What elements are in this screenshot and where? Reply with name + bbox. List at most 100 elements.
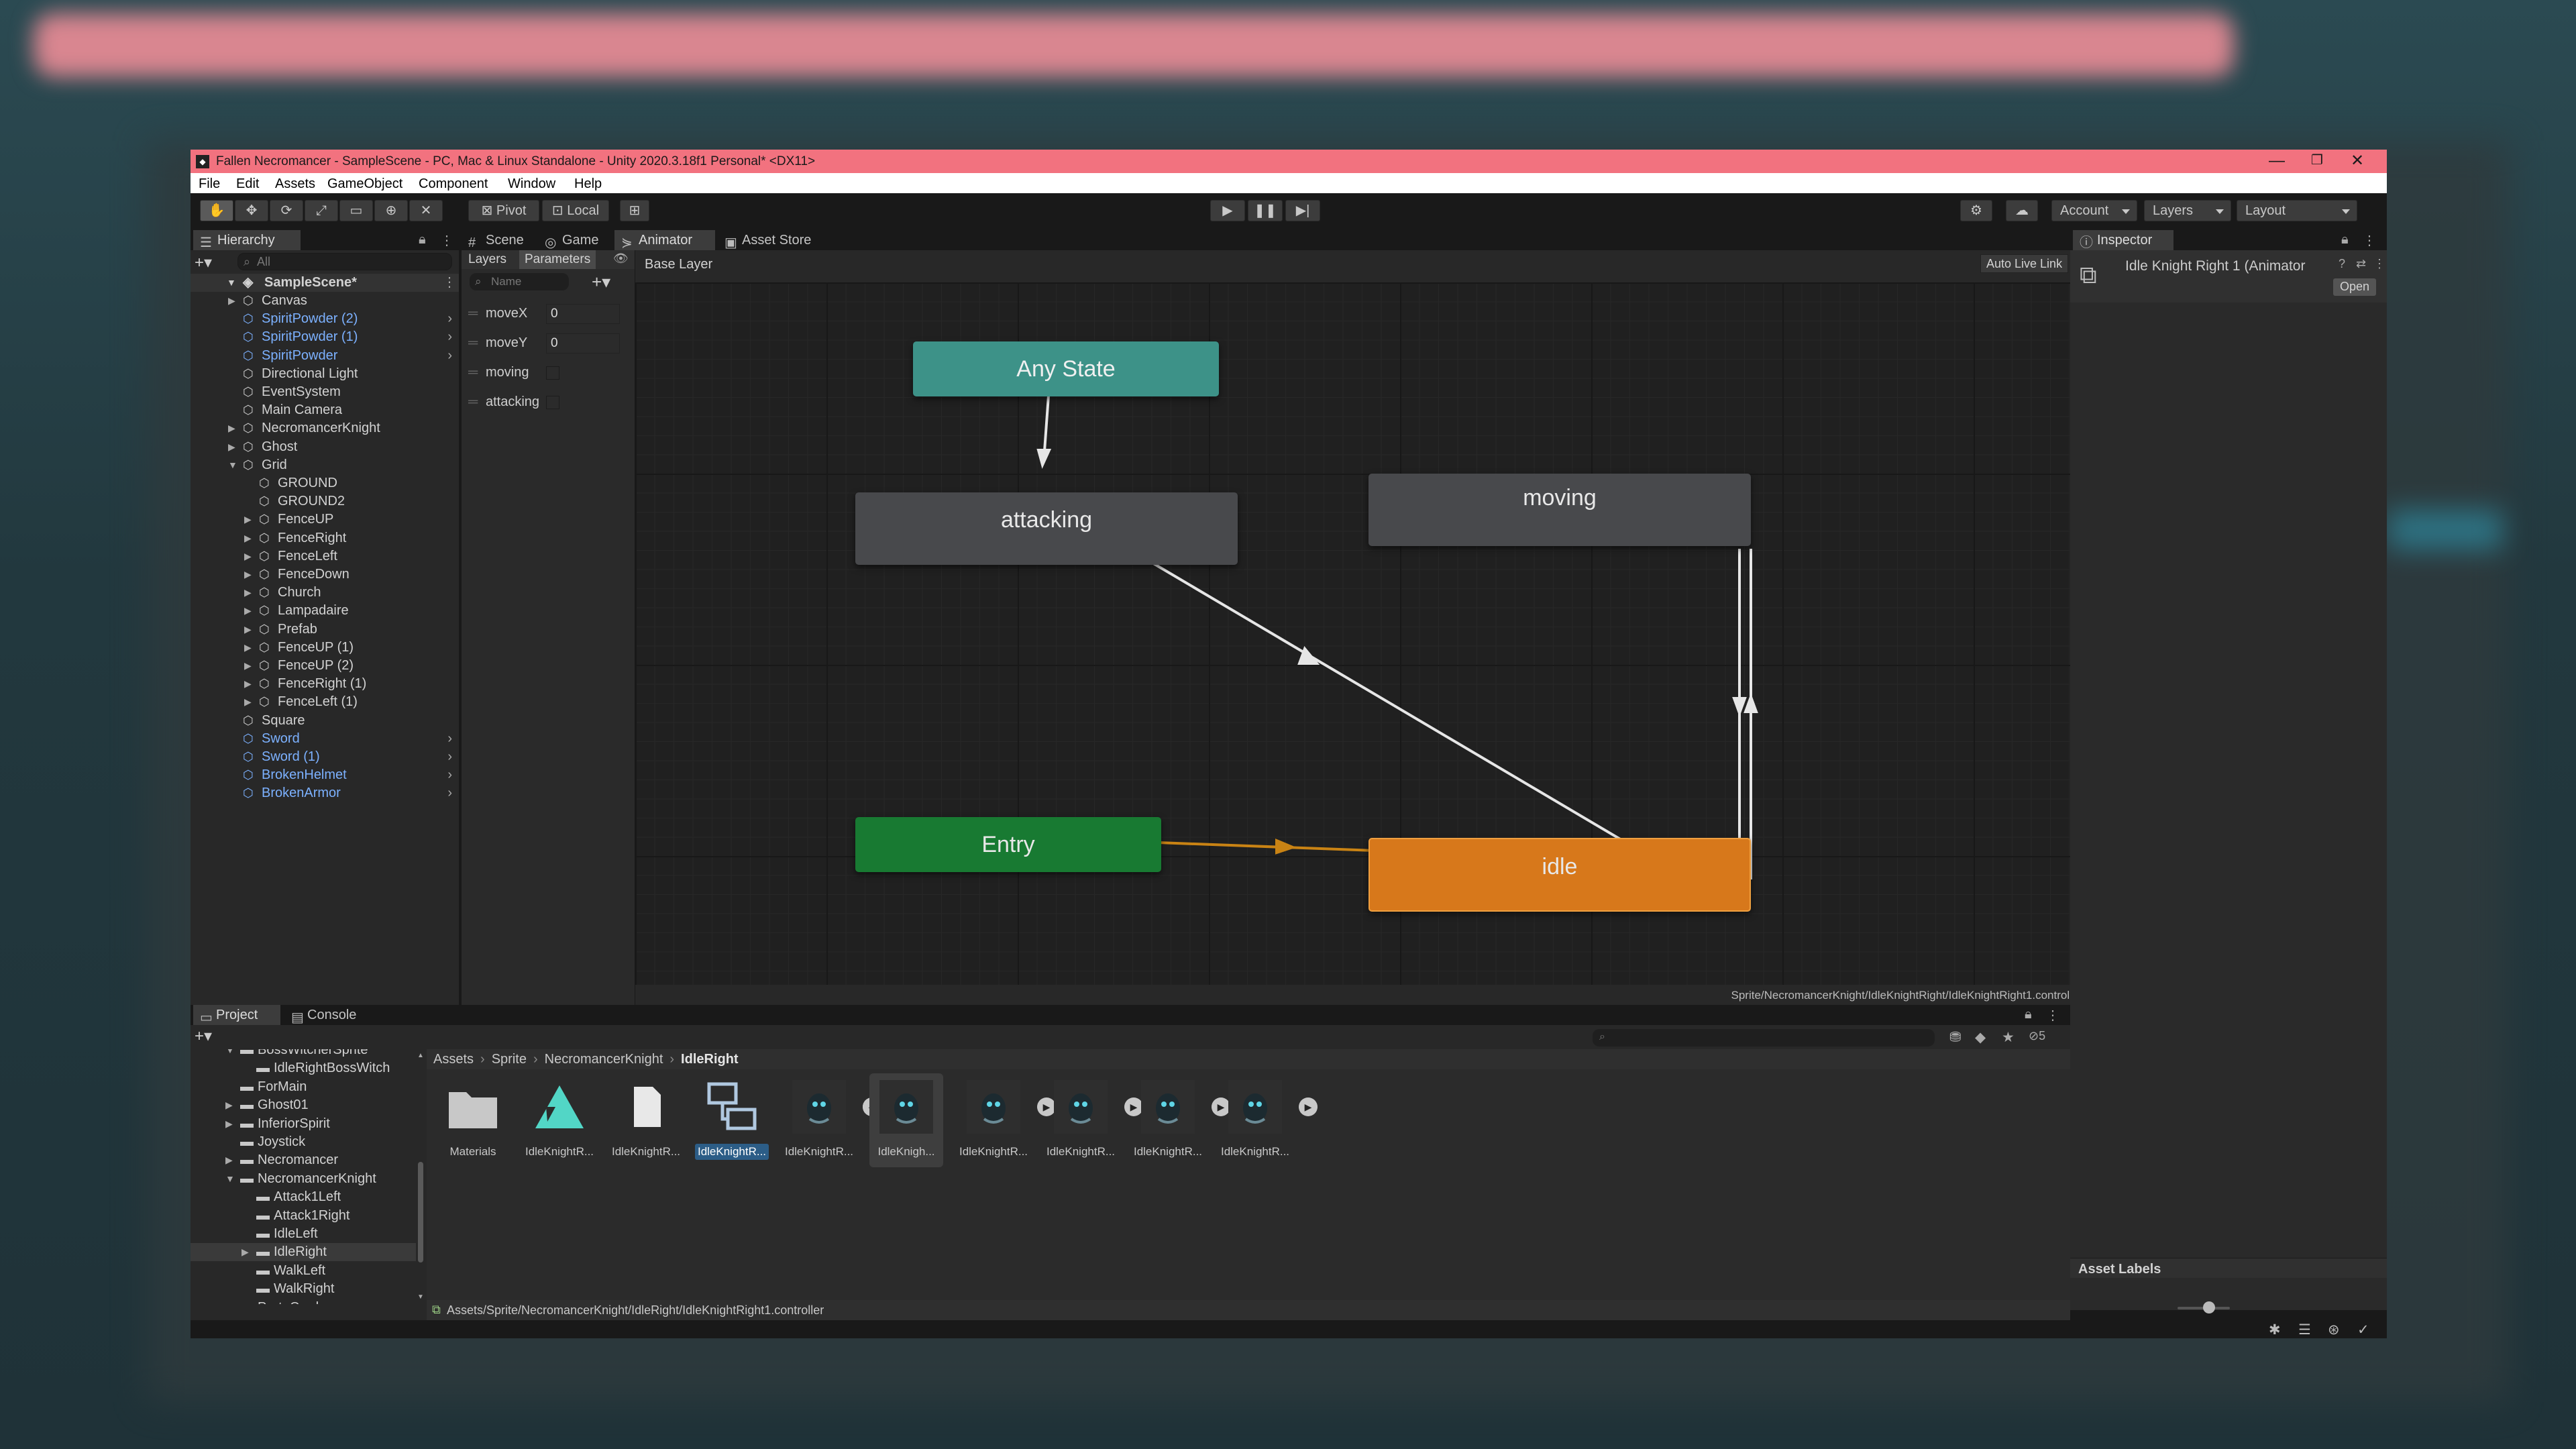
expand-arrow-icon[interactable]: ▶ bbox=[244, 675, 252, 693]
folder-item[interactable]: ▬ IdleLeft bbox=[191, 1225, 423, 1243]
expand-arrow-icon[interactable]: ▶ bbox=[244, 621, 252, 639]
check-icon[interactable]: ✓ bbox=[2357, 1322, 2369, 1338]
base-layer-breadcrumb[interactable]: Base Layer bbox=[645, 257, 712, 272]
hierarchy-item[interactable]: ⬡ BrokenHelmet › bbox=[191, 766, 459, 784]
breadcrumb-idleright[interactable]: IdleRight bbox=[681, 1052, 739, 1067]
asset-item[interactable]: IdleKnigh... bbox=[869, 1073, 943, 1167]
drag-handle-icon[interactable]: ═ bbox=[468, 387, 478, 417]
tab-scene[interactable]: # Scene bbox=[462, 230, 535, 250]
parameter-checkbox[interactable] bbox=[546, 396, 559, 409]
folder-item[interactable]: ▬ WalkLeft bbox=[191, 1262, 423, 1280]
hand-tool-icon[interactable]: ✋ bbox=[200, 200, 233, 221]
bug-icon[interactable]: ⊛ bbox=[2328, 1322, 2340, 1338]
move-tool-icon[interactable]: ✥ bbox=[235, 200, 268, 221]
filter-by-type-icon[interactable]: ⛃ bbox=[1949, 1029, 1962, 1046]
kebab-menu-icon[interactable]: ⋮ bbox=[2373, 257, 2385, 271]
hierarchy-item[interactable]: ▶ ⬡ Church bbox=[191, 584, 459, 602]
cloud-icon[interactable]: ☁ bbox=[2006, 200, 2038, 221]
state-moving[interactable]: moving bbox=[1368, 474, 1751, 546]
tab-parameters[interactable]: Parameters bbox=[519, 250, 596, 269]
menu-edit[interactable]: Edit bbox=[236, 176, 259, 192]
breadcrumb-assets[interactable]: Assets bbox=[433, 1052, 474, 1067]
expand-arrow-icon[interactable]: ▶ bbox=[225, 1096, 233, 1114]
drag-handle-icon[interactable]: ═ bbox=[468, 328, 478, 358]
drag-handle-icon[interactable]: ═ bbox=[468, 358, 478, 387]
parameter-search-input[interactable]: ⌕ Name bbox=[470, 273, 569, 290]
hierarchy-item[interactable]: ⬡ SpiritPowder (2) › bbox=[191, 310, 459, 328]
asset-item[interactable]: Materials bbox=[436, 1073, 510, 1167]
tab-layers[interactable]: Layers bbox=[468, 252, 506, 267]
menu-file[interactable]: File bbox=[199, 176, 220, 192]
tab-console[interactable]: ▤ Console bbox=[284, 1005, 372, 1025]
asset-item[interactable]: ▶ IdleKnightR... bbox=[1044, 1073, 1143, 1167]
close-button[interactable]: ✕ bbox=[2334, 150, 2381, 173]
hierarchy-item[interactable]: ▶ ⬡ FenceRight (1) bbox=[191, 675, 459, 693]
scrollbar-thumb[interactable] bbox=[418, 1162, 423, 1263]
pause-button[interactable]: ❚❚ bbox=[1248, 200, 1283, 221]
folder-scrollbar[interactable]: ▲ ▼ bbox=[416, 1049, 425, 1304]
prefab-open-chevron-icon[interactable]: › bbox=[447, 730, 452, 748]
folder-item[interactable]: ▶ ▬ Ghost01 bbox=[191, 1096, 423, 1114]
hierarchy-item[interactable]: ⬡ SpiritPowder › bbox=[191, 347, 459, 365]
parameter-checkbox[interactable] bbox=[546, 366, 559, 380]
lock-icon[interactable]: 🔒︎ bbox=[419, 232, 426, 248]
state-any-state[interactable]: Any State bbox=[913, 341, 1219, 396]
rotate-tool-icon[interactable]: ⟳ bbox=[270, 200, 303, 221]
local-toggle[interactable]: ⊡ Local bbox=[542, 200, 609, 221]
expand-arrow-icon[interactable]: ▶ bbox=[244, 657, 252, 675]
play-button[interactable]: ▶ bbox=[1210, 200, 1245, 221]
parameter-row[interactable]: ═ moveY 0 bbox=[462, 328, 632, 358]
tab-game[interactable]: ◎ Game bbox=[538, 230, 612, 250]
folder-item[interactable]: ▼ ▬ NecromancerKnight bbox=[191, 1170, 423, 1188]
menu-component[interactable]: Component bbox=[419, 176, 488, 192]
zoom-slider-handle[interactable] bbox=[2203, 1301, 2215, 1313]
hierarchy-item[interactable]: ⬡ Directional Light bbox=[191, 365, 459, 383]
hierarchy-item[interactable]: ▶ ⬡ FenceLeft (1) bbox=[191, 693, 459, 711]
layers-stack-icon[interactable]: ☰ bbox=[2298, 1322, 2311, 1338]
kebab-menu-icon[interactable]: ⋮ bbox=[440, 232, 453, 249]
lock-icon[interactable]: 🔒︎ bbox=[2341, 232, 2349, 248]
hierarchy-item[interactable]: ⬡ Sword › bbox=[191, 730, 459, 748]
layout-dropdown[interactable]: Layout bbox=[2237, 200, 2357, 221]
folder-item[interactable]: ▬ Joystick bbox=[191, 1133, 423, 1151]
asset-item[interactable]: ▶ IdleKnightR... bbox=[1131, 1073, 1230, 1167]
hierarchy-search-input[interactable]: ⌕ All bbox=[237, 253, 452, 270]
hierarchy-item[interactable]: ⬡ Sword (1) › bbox=[191, 748, 459, 766]
parameter-row[interactable]: ═ attacking bbox=[462, 387, 632, 417]
hierarchy-item[interactable]: ▶ ⬡ FenceDown bbox=[191, 566, 459, 584]
folder-item[interactable]: ▶ ▬ IdleRight bbox=[191, 1243, 423, 1262]
kebab-menu-icon[interactable]: ⋮ bbox=[2363, 232, 2376, 249]
asset-item[interactable]: IdleKnightR... bbox=[695, 1073, 769, 1167]
hierarchy-item[interactable]: ▶ ⬡ FenceUP (2) bbox=[191, 657, 459, 675]
asset-item[interactable]: ▶◀IdleKnightR... bbox=[782, 1073, 881, 1167]
expand-arrow-icon[interactable]: ▼ bbox=[228, 456, 237, 474]
hierarchy-item[interactable]: ⬡ Square bbox=[191, 712, 459, 730]
scene-menu-icon[interactable]: ⋮ bbox=[443, 274, 456, 292]
expand-arrow-icon[interactable]: ▶ bbox=[244, 693, 252, 711]
prefab-open-chevron-icon[interactable]: › bbox=[447, 748, 452, 766]
auto-live-link-toggle[interactable]: Auto Live Link bbox=[1980, 254, 2069, 273]
debug-icon[interactable]: ✱ bbox=[2269, 1322, 2281, 1338]
menu-window[interactable]: Window bbox=[508, 176, 555, 192]
folder-item[interactable]: ▬ ForMain bbox=[191, 1078, 423, 1096]
step-button[interactable]: ▶| bbox=[1285, 200, 1320, 221]
folder-item[interactable]: ▼ ▬ BossWitcherSprite bbox=[191, 1049, 423, 1059]
hierarchy-item[interactable]: ⬡ SpiritPowder (1) › bbox=[191, 328, 459, 346]
expand-sprite-icon[interactable]: ▶ bbox=[1299, 1097, 1318, 1116]
hierarchy-item[interactable]: ▼ ⬡ Grid bbox=[191, 456, 459, 474]
expand-arrow-icon[interactable]: ▶ bbox=[244, 566, 252, 584]
pivot-toggle[interactable]: ⊠ Pivot bbox=[468, 200, 539, 221]
state-idle[interactable]: idle bbox=[1368, 838, 1751, 912]
add-parameter-button[interactable]: +▾ bbox=[592, 272, 610, 292]
help-icon[interactable]: ? bbox=[2339, 257, 2345, 271]
expand-arrow-icon[interactable]: ▼ bbox=[225, 1170, 235, 1188]
hierarchy-item[interactable]: ▶ ⬡ Canvas bbox=[191, 292, 459, 310]
custom-tool-icon[interactable]: ✕ bbox=[409, 200, 443, 221]
prefab-open-chevron-icon[interactable]: › bbox=[447, 784, 452, 802]
parameter-value-field[interactable]: 0 bbox=[546, 333, 620, 354]
breadcrumb-sprite[interactable]: Sprite bbox=[492, 1052, 527, 1067]
asset-item[interactable]: IdleKnightR... bbox=[609, 1073, 683, 1167]
scroll-down-icon[interactable]: ▼ bbox=[417, 1293, 424, 1301]
scroll-up-icon[interactable]: ▲ bbox=[417, 1052, 424, 1059]
grid-snap-icon[interactable]: ⊞ bbox=[620, 200, 649, 221]
